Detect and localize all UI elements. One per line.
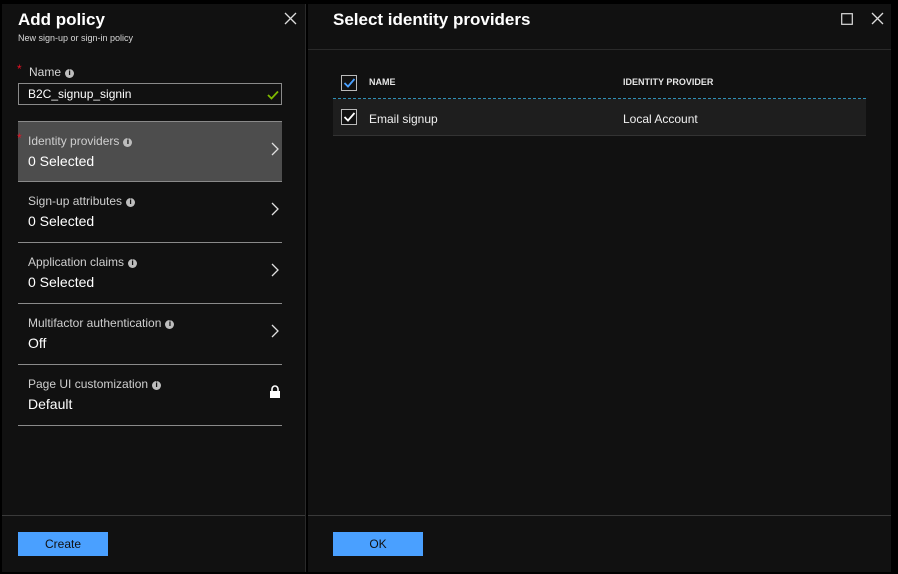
setting-value: Default	[28, 396, 73, 412]
setting-label: Sign-up attributes i	[28, 194, 136, 208]
info-icon: i	[165, 320, 175, 329]
setting-label: Application claims i	[28, 255, 138, 269]
info-icon: i	[123, 138, 133, 147]
lock-icon	[269, 385, 281, 404]
maximize-icon[interactable]	[841, 12, 853, 30]
policy-name-input[interactable]	[18, 83, 282, 105]
multifactor-authentication-row[interactable]: Multifactor authentication i Off	[18, 304, 282, 365]
name-field-label: Name i	[29, 65, 75, 79]
blade-title: Add policy	[18, 10, 105, 29]
info-icon: i	[65, 69, 75, 78]
cell-name: Email signup	[369, 112, 438, 126]
blade-subtitle: New sign-up or sign-in policy	[18, 33, 134, 43]
column-header-name: NAME	[369, 77, 396, 87]
ok-button[interactable]: OK	[333, 532, 423, 556]
info-icon: i	[152, 381, 162, 390]
row-checkbox[interactable]	[341, 109, 357, 125]
header-divider	[308, 49, 891, 50]
select-identity-providers-blade: Select identity providers NAME IDENTITY …	[308, 4, 891, 572]
cell-identity-provider: Local Account	[623, 112, 698, 126]
signup-attributes-row[interactable]: Sign-up attributes i 0 Selected	[18, 182, 282, 243]
info-icon: i	[126, 198, 136, 207]
setting-label: Multifactor authentication i	[28, 316, 175, 330]
close-icon[interactable]	[871, 12, 884, 30]
grid-header: NAME IDENTITY PROVIDER	[333, 66, 866, 99]
setting-value: Off	[28, 335, 47, 351]
select-all-checkbox[interactable]	[341, 75, 357, 91]
setting-value: 0 Selected	[28, 153, 95, 169]
blade-title: Select identity providers	[333, 10, 531, 29]
required-indicator: *	[17, 62, 22, 76]
application-claims-row[interactable]: Application claims i 0 Selected	[18, 243, 282, 304]
close-icon[interactable]	[284, 12, 297, 30]
table-row[interactable]: Email signup Local Account	[333, 99, 866, 136]
footer-divider	[308, 515, 891, 516]
chevron-right-icon	[271, 142, 279, 161]
info-icon: i	[128, 259, 138, 268]
setting-label: Identity providers i	[28, 134, 133, 148]
chevron-right-icon	[271, 324, 279, 343]
chevron-right-icon	[271, 202, 279, 221]
required-indicator: *	[17, 131, 22, 145]
identity-providers-grid: NAME IDENTITY PROVIDER Email signup Loca…	[333, 66, 866, 136]
valid-check-icon	[267, 87, 279, 105]
setting-value: 0 Selected	[28, 274, 95, 290]
footer-divider	[2, 515, 305, 516]
chevron-right-icon	[271, 263, 279, 282]
setting-value: 0 Selected	[28, 213, 95, 229]
create-button[interactable]: Create	[18, 532, 108, 556]
identity-providers-row[interactable]: * Identity providers i 0 Selected	[17, 121, 282, 182]
page-ui-customization-row: Page UI customization i Default	[18, 365, 282, 426]
add-policy-blade: Add policy New sign-up or sign-in policy…	[2, 4, 306, 572]
column-header-identity-provider: IDENTITY PROVIDER	[623, 77, 714, 87]
setting-label: Page UI customization i	[28, 377, 162, 391]
